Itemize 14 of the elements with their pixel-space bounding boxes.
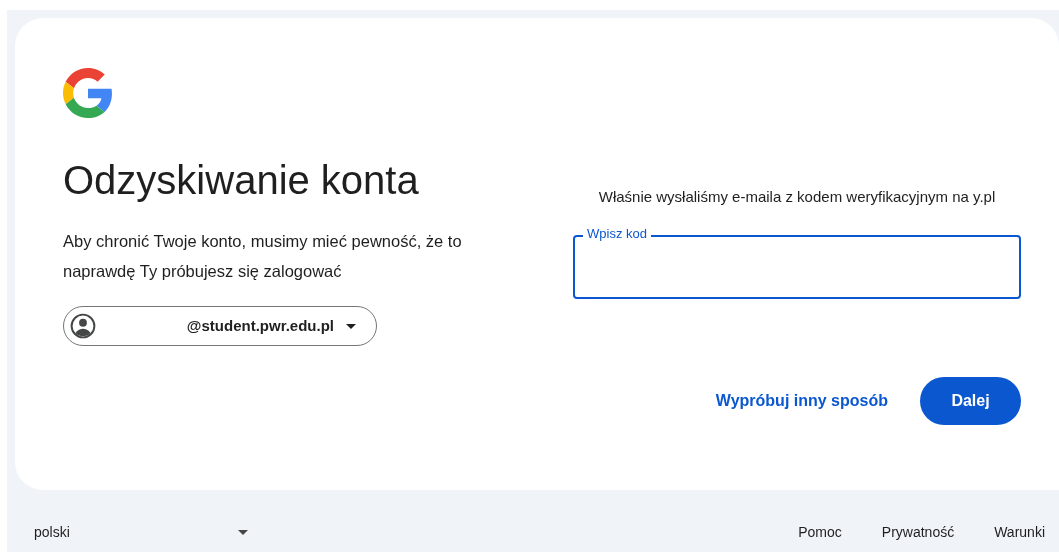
logo-icon [63,68,113,118]
footer-link[interactable]: Warunki [994,521,1045,543]
field-label: Wpisz kod [583,226,651,242]
message-text: Właśnie wysłaliśmy e-maila z kodem weryfikacyjnym na y.pl [597,187,997,207]
footer-link[interactable]: Prywatność [881,521,955,543]
caret-icon [238,529,248,535]
next-button[interactable]: Dalej [920,377,1021,425]
account-icon [70,313,96,339]
description-text: Aby chronić Twoje konto, musimy mieć pewność, że to naprawdę Ty próbujesz się zalogować [63,231,463,282]
caret-icon [346,323,356,329]
try-another-way-link[interactable]: Wypróbuj inny sposób [703,377,900,425]
language-select[interactable]: polski [34,521,248,543]
page-title: Odzyskiwanie konta [63,157,420,204]
footer-link[interactable]: Pomoc [798,521,842,543]
